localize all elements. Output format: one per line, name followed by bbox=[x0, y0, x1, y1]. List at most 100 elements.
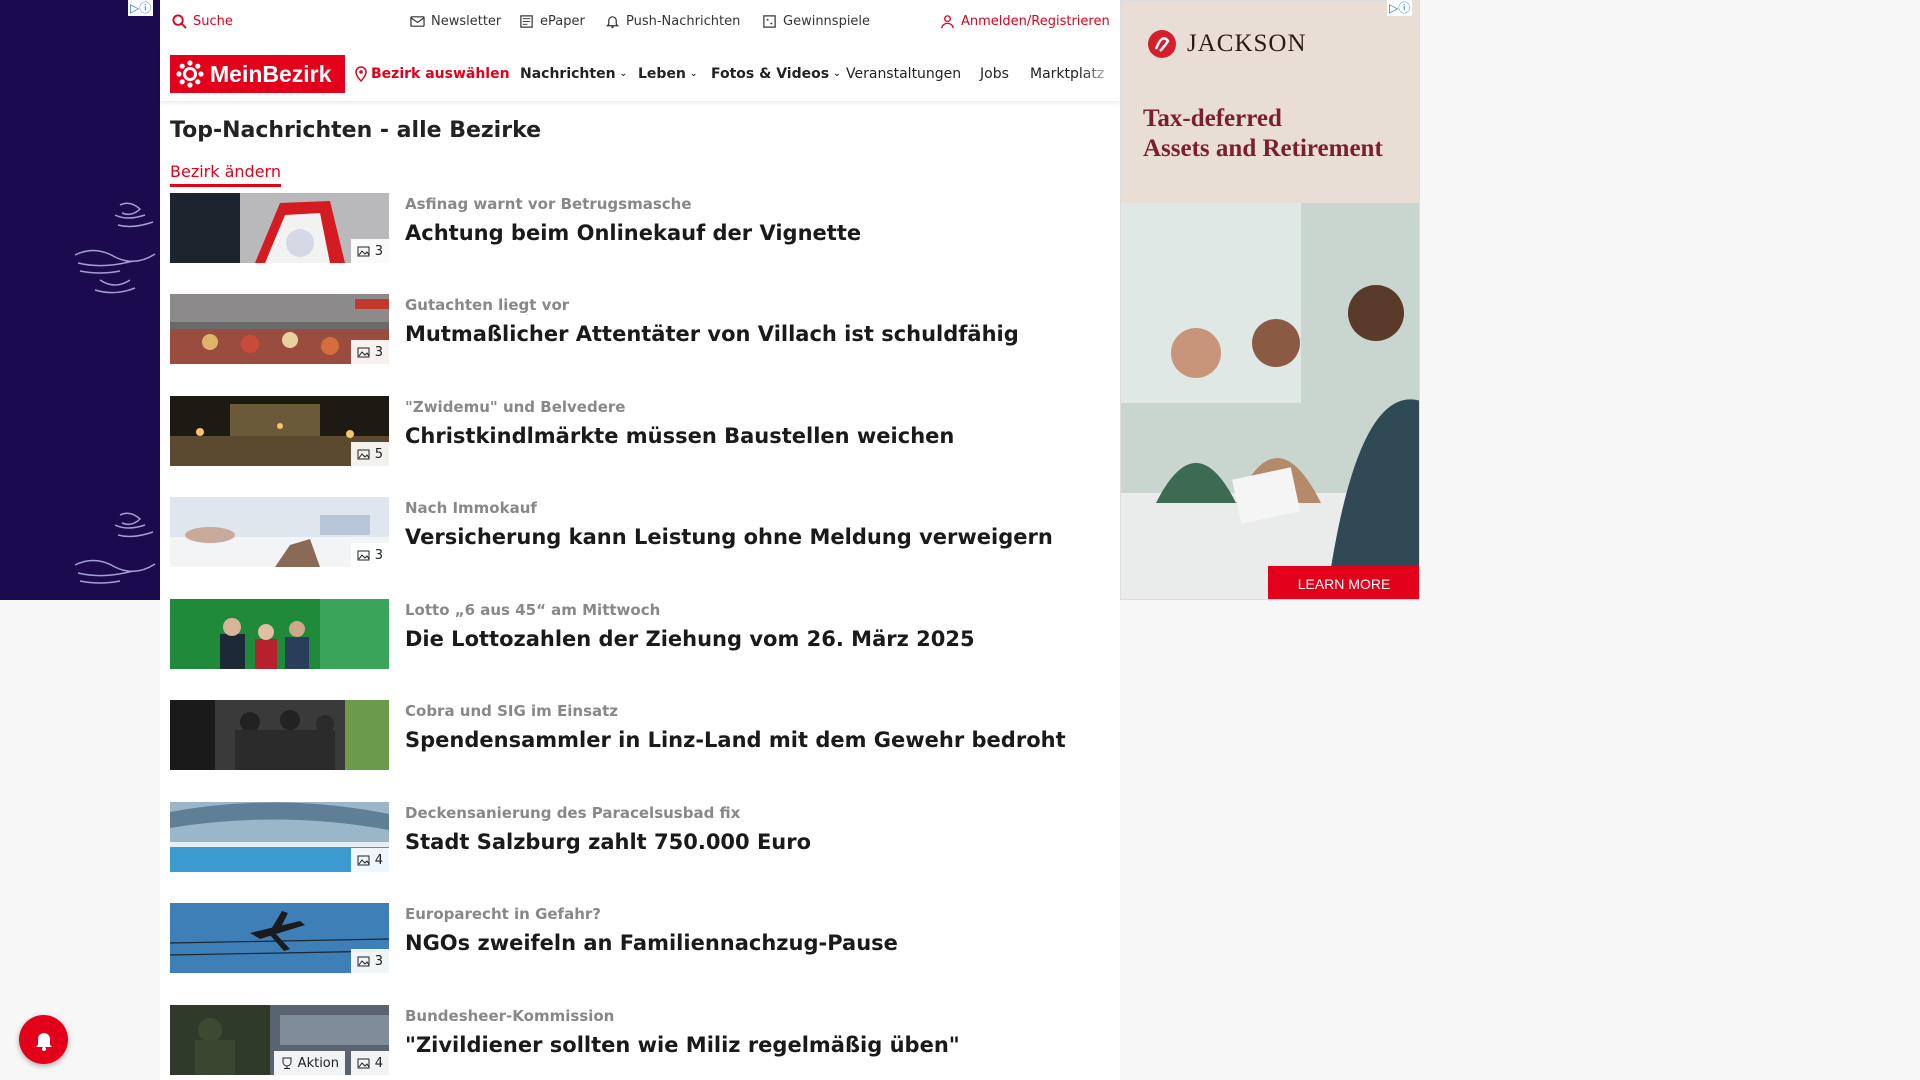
action-badge: Aktion bbox=[273, 1051, 345, 1075]
images-icon bbox=[357, 347, 370, 358]
push-notifications-link[interactable]: Push-Nachrichten bbox=[605, 14, 740, 29]
images-icon bbox=[357, 855, 370, 866]
article-item[interactable]: Cobra und SIG im Einsatz Spendensammler … bbox=[170, 700, 1110, 770]
chevron-down-icon: ⌄ bbox=[833, 69, 841, 79]
main-content: Suche Newsletter ePaper Push-Nachrichten… bbox=[160, 0, 1120, 1080]
article-thumbnail[interactable] bbox=[170, 700, 389, 770]
article-kicker: Asfinag warnt vor Betrugsmasche bbox=[405, 195, 692, 213]
article-item[interactable]: 3 Nach Immokauf Versicherung kann Leistu… bbox=[170, 497, 1110, 567]
gift-icon bbox=[763, 15, 776, 28]
article-thumbnail[interactable]: 4 bbox=[170, 802, 389, 872]
article-thumbnail[interactable]: 3 bbox=[170, 497, 389, 567]
article-item[interactable]: 3 Asfinag warnt vor Betrugsmasche Achtun… bbox=[170, 193, 1110, 263]
jackson-logo-icon bbox=[1148, 30, 1176, 58]
login-link[interactable]: Anmelden/Registrieren bbox=[940, 14, 1110, 29]
article-kicker: Cobra und SIG im Einsatz bbox=[405, 702, 619, 720]
nav-item-fotos-videos[interactable]: Fotos & Videos ⌄ bbox=[711, 66, 841, 82]
article-item[interactable]: Aktion 4 Bundesheer-Kommission "Zivildie… bbox=[170, 1005, 1110, 1075]
article-thumbnail[interactable]: 3 bbox=[170, 193, 389, 263]
search-link[interactable]: Suche bbox=[172, 14, 233, 29]
image-count: 5 bbox=[374, 446, 383, 462]
article-thumbnail[interactable]: 3 bbox=[170, 903, 389, 973]
top-utility-bar: Suche Newsletter ePaper Push-Nachrichten… bbox=[160, 0, 1120, 46]
article-headline[interactable]: NGOs zweifeln an Familiennachzug-Pause bbox=[405, 931, 898, 955]
ad-headline-line1: Tax-deferred bbox=[1143, 105, 1282, 132]
epaper-link[interactable]: ePaper bbox=[519, 14, 585, 29]
search-icon bbox=[172, 14, 187, 29]
push-notification-button[interactable] bbox=[19, 1015, 68, 1064]
article-headline[interactable]: Stadt Salzburg zahlt 750.000 Euro bbox=[405, 830, 811, 854]
police-unit-image bbox=[170, 700, 389, 770]
meinbezirk-logo[interactable]: MeinBezirk bbox=[170, 55, 345, 93]
nav-item-veranstaltungen[interactable]: Veranstaltungen bbox=[846, 66, 961, 82]
main-nav: MeinBezirk Bezirk auswählen Nachrichten ⌄… bbox=[160, 46, 1120, 102]
article-kicker: Deckensanierung des Paracelsusbad fix bbox=[405, 804, 741, 822]
epaper-label: ePaper bbox=[540, 14, 585, 29]
action-label: Aktion bbox=[297, 1055, 339, 1071]
image-count-badge: 5 bbox=[350, 442, 389, 466]
left-ad-skin[interactable] bbox=[0, 0, 160, 600]
image-count: 3 bbox=[374, 344, 383, 360]
newspaper-icon bbox=[520, 15, 533, 28]
logo-text: MeinBezirk bbox=[210, 60, 332, 87]
login-label: Anmelden/Registrieren bbox=[961, 14, 1110, 29]
nav-item-jobs[interactable]: Jobs bbox=[980, 66, 1009, 82]
article-item[interactable]: Lotto „6 aus 45“ am Mittwoch Die Lottoza… bbox=[170, 599, 1110, 669]
nav-item-leben[interactable]: Leben ⌄ bbox=[638, 66, 697, 82]
ad-brand: JACKSON bbox=[1147, 29, 1307, 59]
image-count: 3 bbox=[374, 243, 383, 259]
ad-headline-line2: Assets and Retirement bbox=[1143, 135, 1383, 162]
nav-fade-overlay bbox=[1080, 46, 1120, 101]
image-count-badge: 3 bbox=[350, 543, 389, 567]
user-icon bbox=[941, 15, 954, 29]
article-thumbnail[interactable] bbox=[170, 599, 389, 669]
article-item[interactable]: 3 Gutachten liegt vor Mutmaßlicher Atten… bbox=[170, 294, 1110, 364]
article-thumbnail[interactable]: 5 bbox=[170, 396, 389, 466]
image-count-badge: 3 bbox=[350, 239, 389, 263]
article-headline[interactable]: Versicherung kann Leistung ohne Meldung … bbox=[405, 525, 1053, 549]
logo-sun-icon bbox=[176, 60, 204, 88]
image-count-badge: 3 bbox=[350, 340, 389, 364]
change-district-link[interactable]: Bezirk ändern bbox=[170, 162, 281, 187]
article-kicker: Gutachten liegt vor bbox=[405, 296, 570, 314]
nav-item-nachrichten[interactable]: Nachrichten ⌄ bbox=[520, 66, 627, 82]
bell-icon bbox=[605, 16, 620, 29]
article-item[interactable]: 3 Europarecht in Gefahr? NGOs zweifeln a… bbox=[170, 903, 1110, 973]
image-count-badge: 4 bbox=[350, 848, 389, 872]
article-kicker: "Zwidemu" und Belvedere bbox=[405, 398, 626, 416]
image-count: 4 bbox=[374, 852, 383, 868]
mail-icon bbox=[410, 16, 425, 27]
ad-scribble-graphic bbox=[74, 202, 156, 294]
newsletter-link[interactable]: Newsletter bbox=[410, 14, 501, 29]
article-kicker: Bundesheer-Kommission bbox=[405, 1007, 615, 1025]
search-label: Suche bbox=[193, 14, 233, 29]
article-headline[interactable]: Die Lottozahlen der Ziehung vom 26. März… bbox=[405, 627, 975, 651]
article-headline[interactable]: "Zivildiener sollten wie Miliz regelmäßi… bbox=[405, 1033, 960, 1057]
article-headline[interactable]: Christkindlmärkte müssen Baustellen weic… bbox=[405, 424, 954, 448]
adchoices-icon[interactable]: ▷ⓘ bbox=[128, 0, 154, 16]
chevron-down-icon: ⌄ bbox=[689, 69, 698, 79]
games-link[interactable]: Gewinnspiele bbox=[762, 14, 870, 29]
article-kicker: Europarecht in Gefahr? bbox=[405, 905, 601, 923]
location-pin-icon bbox=[355, 66, 367, 82]
images-icon bbox=[357, 246, 370, 257]
article-item[interactable]: 5 "Zwidemu" und Belvedere Christkindlmär… bbox=[170, 396, 1110, 466]
article-headline[interactable]: Mutmaßlicher Attentäter von Villach ist … bbox=[405, 322, 1019, 346]
image-count: 3 bbox=[374, 547, 383, 563]
chevron-down-icon: ⌄ bbox=[619, 69, 628, 79]
newsletter-label: Newsletter bbox=[431, 14, 502, 29]
nav-item-label: Jobs bbox=[980, 66, 1009, 82]
lotto-studio-image bbox=[170, 599, 389, 669]
nav-item-label: Fotos & Videos bbox=[711, 66, 830, 82]
article-item[interactable]: 4 Deckensanierung des Paracelsusbad fix … bbox=[170, 802, 1110, 872]
right-ad-banner[interactable]: JACKSON Tax-deferred Assets and Retireme… bbox=[1120, 0, 1420, 600]
learn-more-button[interactable]: LEARN MORE bbox=[1268, 566, 1419, 599]
article-headline[interactable]: Spendensammler in Linz-Land mit dem Gewe… bbox=[405, 728, 1066, 752]
images-icon bbox=[357, 550, 370, 561]
district-selector[interactable]: Bezirk auswählen bbox=[355, 66, 510, 82]
article-headline[interactable]: Achtung beim Onlinekauf der Vignette bbox=[405, 221, 861, 245]
article-thumbnail[interactable]: Aktion 4 bbox=[170, 1005, 389, 1075]
article-thumbnail[interactable]: 3 bbox=[170, 294, 389, 364]
article-kicker: Nach Immokauf bbox=[405, 499, 537, 517]
adchoices-icon[interactable]: ▷ⓘ bbox=[1387, 0, 1413, 16]
